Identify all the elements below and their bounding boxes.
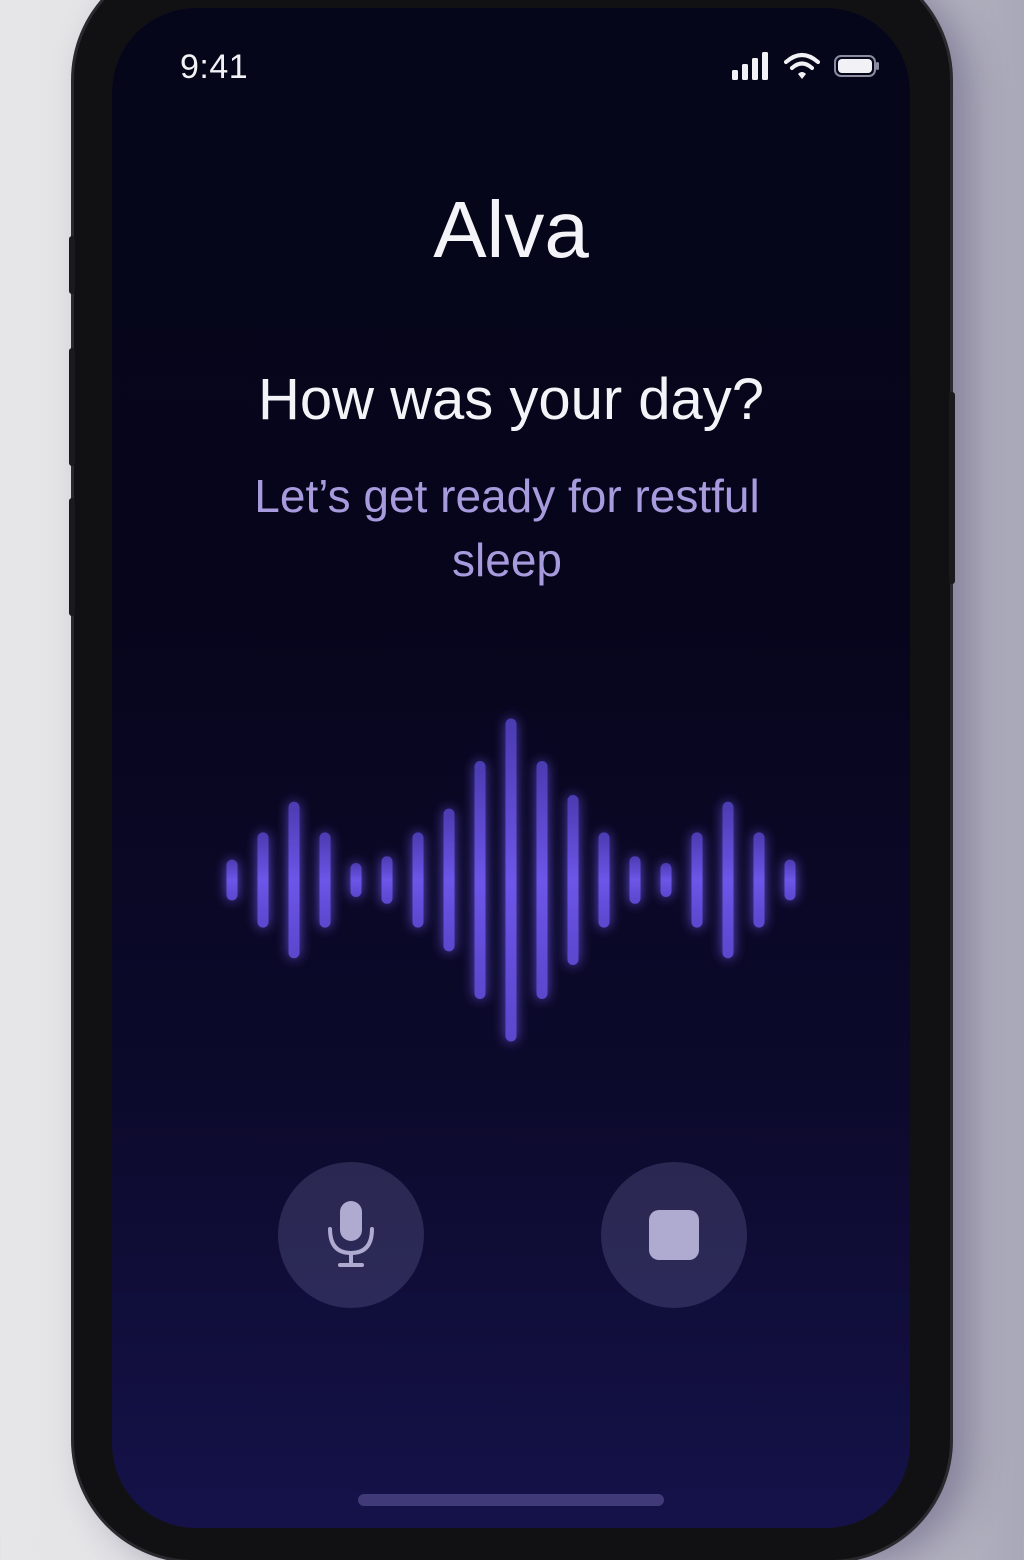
waveform-bar bbox=[722, 801, 734, 959]
wifi-icon bbox=[784, 53, 820, 79]
waveform-bar bbox=[350, 863, 362, 897]
waveform-bar bbox=[536, 761, 548, 999]
volume-up-button bbox=[69, 348, 75, 466]
waveform-bar bbox=[784, 859, 796, 901]
microphone-button[interactable] bbox=[278, 1162, 424, 1308]
status-time: 9:41 bbox=[180, 48, 249, 86]
silent-switch bbox=[69, 236, 75, 294]
battery-icon bbox=[834, 55, 879, 77]
waveform-bar bbox=[474, 761, 486, 999]
waveform-bar bbox=[443, 808, 455, 952]
waveform-bar bbox=[660, 863, 672, 897]
app-title: Alva bbox=[433, 185, 589, 274]
home-indicator[interactable] bbox=[358, 1494, 664, 1506]
cellular-signal-icon bbox=[732, 52, 768, 80]
waveform-bar bbox=[567, 795, 579, 965]
waveform-bar bbox=[226, 859, 238, 901]
waveform-bar bbox=[505, 718, 517, 1042]
status-icons bbox=[732, 52, 880, 80]
volume-down-button bbox=[69, 498, 75, 616]
stop-button[interactable] bbox=[601, 1162, 747, 1308]
waveform-bar bbox=[412, 832, 424, 928]
stop-icon bbox=[649, 1210, 699, 1260]
waveform-bar bbox=[753, 832, 765, 928]
waveform-bar bbox=[319, 832, 331, 928]
prompt-subtitle: Let’s get ready for restful sleep bbox=[254, 470, 760, 586]
waveform-bar bbox=[288, 801, 300, 959]
status-bar: 9:41 bbox=[112, 8, 910, 118]
prompt-question: How was your day? bbox=[257, 367, 765, 432]
waveform-bar bbox=[381, 856, 393, 904]
power-button bbox=[949, 392, 955, 584]
waveform-bar bbox=[257, 832, 269, 928]
waveform-bar bbox=[691, 832, 703, 928]
app-screen: 9:41 Alva How was your day? Let’s get re… bbox=[112, 8, 910, 1528]
microphone-icon bbox=[328, 1201, 374, 1267]
waveform-bar bbox=[629, 856, 641, 904]
waveform-bar bbox=[598, 832, 610, 928]
